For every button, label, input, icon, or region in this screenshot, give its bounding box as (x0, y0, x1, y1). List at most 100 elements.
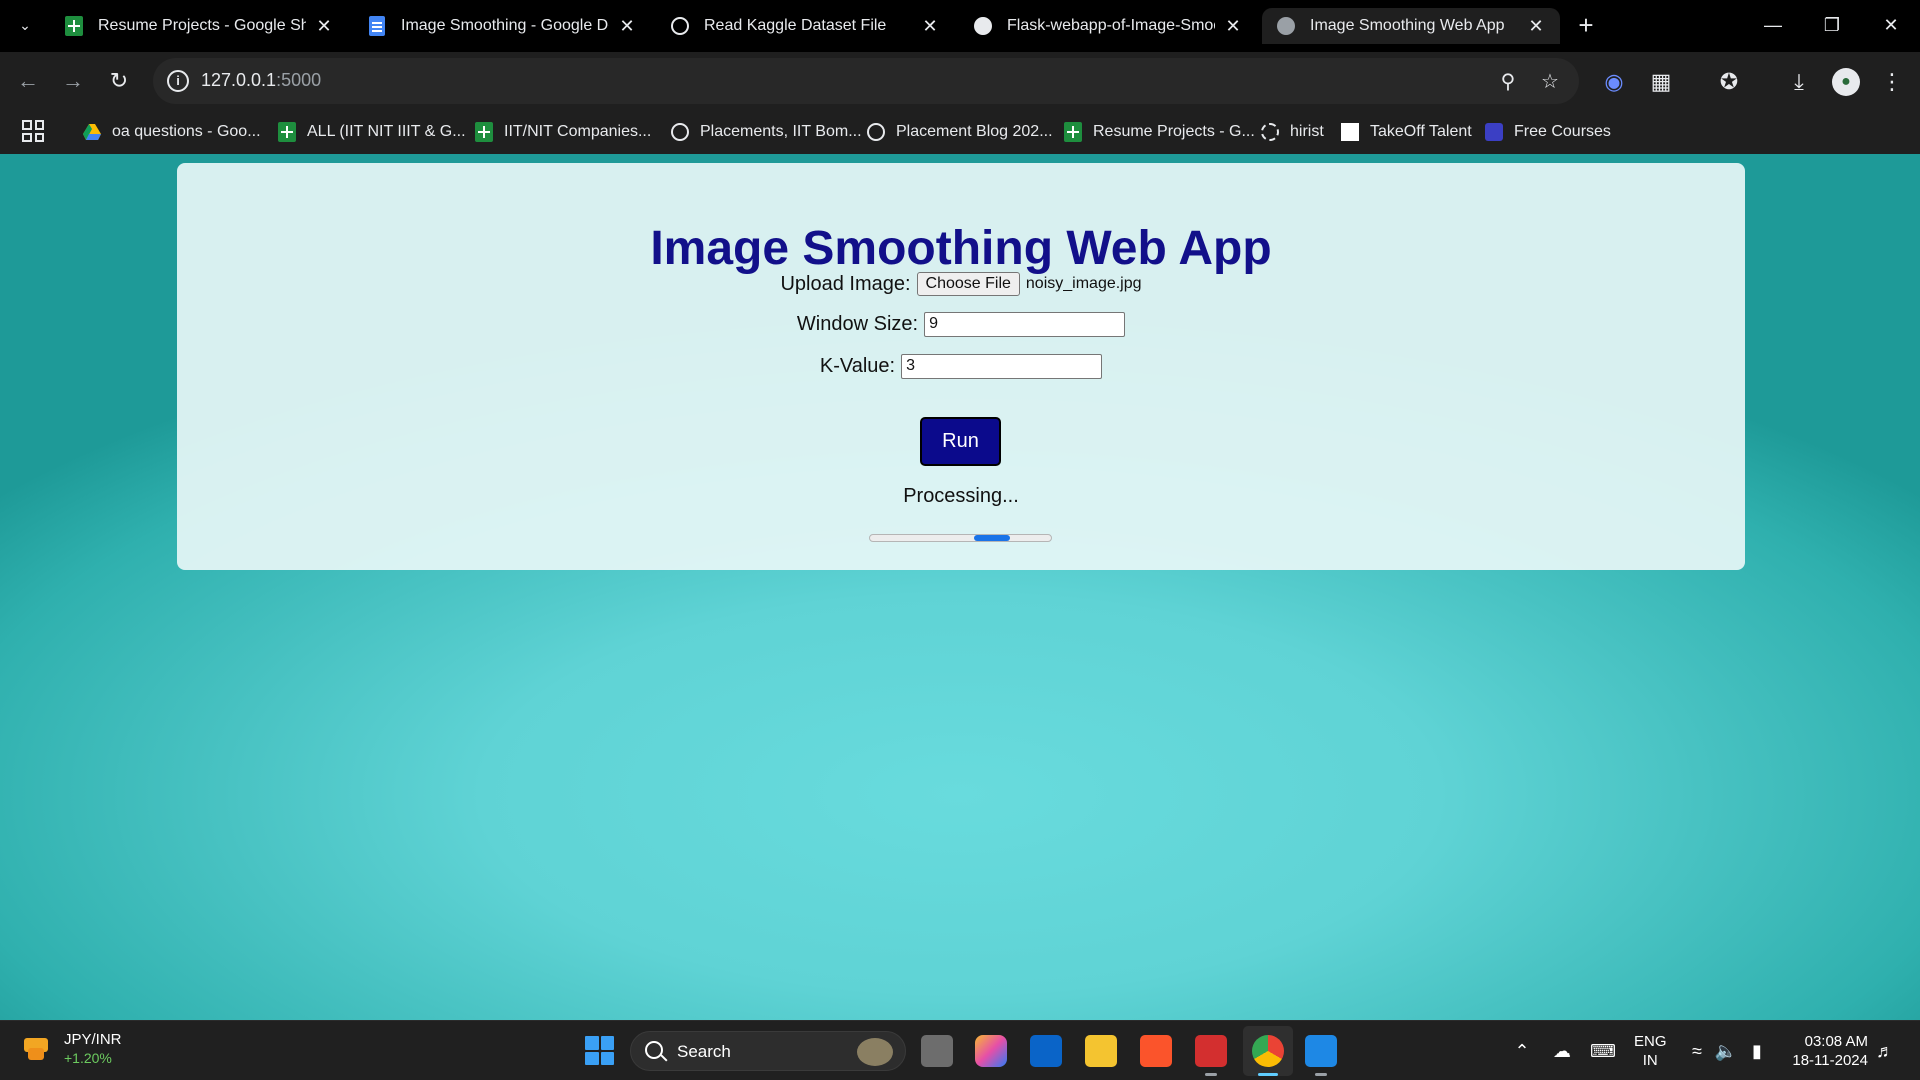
selected-file-name: noisy_image.jpg (1025, 275, 1142, 292)
zoom-icon[interactable]: ⚲ (1496, 70, 1520, 94)
apps-grid-icon[interactable] (22, 120, 44, 142)
lang-line2: IN (1642, 1052, 1658, 1069)
site-info-icon[interactable]: i (167, 70, 189, 92)
status-text: Processing... (903, 485, 1019, 507)
google-docs-icon (367, 16, 387, 36)
forward-arrow-icon[interactable]: → (60, 68, 86, 94)
close-tab-icon[interactable]: ✕ (617, 16, 637, 37)
notification-bell-icon[interactable]: ♬ (1873, 1039, 1897, 1063)
bookmark-placements-iitb[interactable]: Placements, IIT Bom... (670, 118, 862, 146)
run-button[interactable]: Run (920, 417, 1001, 466)
close-tab-icon[interactable]: ✕ (920, 16, 940, 37)
bookmark-oa-questions[interactable]: oa questions - Goo... (82, 118, 261, 146)
search-highlight-icon (857, 1038, 893, 1066)
chrome-icon[interactable] (1252, 1035, 1284, 1076)
iitb-icon (670, 122, 690, 142)
tab-flask-webapp[interactable]: Flask-webapp-of-Image-Smoothing ✕ (959, 8, 1257, 44)
tab-image-smoothing-doc[interactable]: Image Smoothing - Google Docs ✕ (353, 8, 651, 44)
clock-time: 03:08 AM (1804, 1033, 1868, 1050)
onedrive-cloud-icon[interactable]: ☁ (1550, 1039, 1574, 1063)
minimize-button[interactable]: — (1753, 10, 1793, 40)
keyboard-icon[interactable]: ⌨ (1590, 1039, 1616, 1063)
window-size-row: Window Size: (177, 309, 1745, 339)
github-icon (973, 16, 993, 36)
page-viewport: Image Smoothing Web App Upload Image: Ch… (0, 154, 1920, 1020)
bookmark-label: oa questions - Goo... (112, 123, 261, 140)
widget-title: JPY/INR (64, 1031, 122, 1048)
google-sheets-icon (1063, 122, 1083, 142)
google-sheets-icon (64, 16, 84, 36)
copilot-icon[interactable] (975, 1035, 1007, 1067)
google-drive-icon (82, 122, 102, 142)
tab-title: Read Kaggle Dataset File (704, 17, 887, 34)
address-bar[interactable]: i 127.0.0.1:5000 ⚲ ☆ (153, 58, 1579, 104)
hirist-icon (1260, 122, 1280, 142)
bookmark-star-icon[interactable]: ☆ (1538, 70, 1562, 94)
bookmark-all-iit-nit[interactable]: ALL (IIT NIT IIIT & G... (277, 118, 466, 146)
file-explorer-icon[interactable] (1085, 1035, 1117, 1067)
close-tab-icon[interactable]: ✕ (1223, 16, 1243, 37)
courses-icon (1484, 122, 1504, 142)
brave-icon[interactable] (1140, 1035, 1172, 1067)
window-size-input[interactable] (924, 311, 1126, 337)
language-indicator[interactable]: ENG IN (1634, 1032, 1667, 1070)
globe-icon (1276, 16, 1296, 36)
tab-title: Image Smoothing Web App (1310, 17, 1505, 34)
iitb-icon (866, 122, 886, 142)
openai-icon (670, 16, 690, 36)
currency-coins-icon (20, 1036, 52, 1062)
bookmark-placement-blog[interactable]: Placement Blog 202... (866, 118, 1053, 146)
volume-icon[interactable]: 🔈 (1714, 1039, 1738, 1063)
bookmark-resume-projects[interactable]: Resume Projects - G... (1063, 118, 1255, 146)
profile-avatar[interactable]: ● (1832, 68, 1860, 96)
bookmarks-bar: oa questions - Goo... ALL (IIT NIT IIIT … (0, 110, 1920, 154)
search-icon (645, 1041, 663, 1059)
window-size-label: Window Size: (796, 312, 919, 335)
currency-widget[interactable]: JPY/INR +1.20% (20, 1031, 122, 1067)
extensions-puzzle-icon[interactable]: ▦ (1647, 68, 1675, 96)
bookmark-free-courses[interactable]: Free Courses (1484, 118, 1611, 146)
tray-chevron-up-icon[interactable]: ⌃ (1510, 1039, 1534, 1063)
choose-file-button[interactable]: Choose File (916, 272, 1020, 296)
battery-icon[interactable]: ▮ (1745, 1039, 1769, 1063)
wifi-icon[interactable]: ≈ (1685, 1039, 1709, 1063)
acrobat-icon[interactable] (1195, 1035, 1227, 1076)
address-url[interactable]: 127.0.0.1:5000 (201, 70, 321, 91)
bookmark-takeoff-talent[interactable]: TakeOff Talent (1340, 118, 1472, 146)
takeoff-icon (1340, 122, 1360, 142)
tab-image-smoothing-app[interactable]: Image Smoothing Web App ✕ (1262, 8, 1560, 44)
close-window-button[interactable]: ✕ (1871, 10, 1911, 40)
system-clock[interactable]: 03:08 AM 18-11-2024 (1784, 1032, 1868, 1070)
outlook-icon[interactable] (1030, 1035, 1062, 1067)
taskbar-search[interactable]: Search (630, 1031, 906, 1071)
close-tab-icon[interactable]: ✕ (1526, 16, 1546, 37)
upload-row: Upload Image: Choose File noisy_image.jp… (177, 269, 1745, 299)
bookmark-label: Placement Blog 202... (896, 123, 1053, 140)
extension-circle-icon[interactable]: ◉ (1600, 68, 1628, 96)
favorites-icon[interactable]: ✪ (1715, 68, 1743, 96)
tab-title: Image Smoothing - Google Docs (401, 17, 609, 34)
windows-start-icon[interactable] (585, 1036, 614, 1065)
upload-label: Upload Image: (780, 272, 911, 295)
restore-button[interactable]: ❐ (1812, 10, 1852, 40)
bookmark-iit-nit-companies[interactable]: IIT/NIT Companies... (474, 118, 651, 146)
widget-change: +1.20% (64, 1050, 112, 1066)
page-title: Image Smoothing Web App (650, 222, 1272, 275)
close-tab-icon[interactable]: ✕ (314, 16, 334, 37)
back-arrow-icon[interactable]: ← (15, 68, 41, 94)
tab-search-chevron-icon[interactable]: ⌄ (14, 14, 36, 36)
menu-kebab-icon[interactable]: ⋮ (1878, 68, 1906, 96)
k-value-input[interactable] (901, 353, 1103, 379)
new-tab-button[interactable]: + (1574, 12, 1598, 38)
tab-read-kaggle[interactable]: Read Kaggle Dataset File ✕ (656, 8, 954, 44)
bookmark-hirist[interactable]: hirist (1260, 118, 1324, 146)
tab-title: Resume Projects - Google Sheets (98, 17, 306, 34)
clock-date: 18-11-2024 (1792, 1052, 1868, 1069)
download-icon[interactable]: ⤓ (1785, 68, 1813, 96)
reload-icon[interactable]: ↻ (106, 68, 132, 94)
vscode-icon[interactable] (1305, 1035, 1337, 1076)
browser-toolbar: ← → ↻ i 127.0.0.1:5000 ⚲ ☆ ◉ ▦ ✪ ⤓ ● ⋮ (0, 52, 1920, 110)
bookmark-label: hirist (1290, 123, 1324, 140)
task-view-icon[interactable] (921, 1035, 953, 1067)
tab-resume-projects[interactable]: Resume Projects - Google Sheets ✕ (50, 8, 348, 44)
